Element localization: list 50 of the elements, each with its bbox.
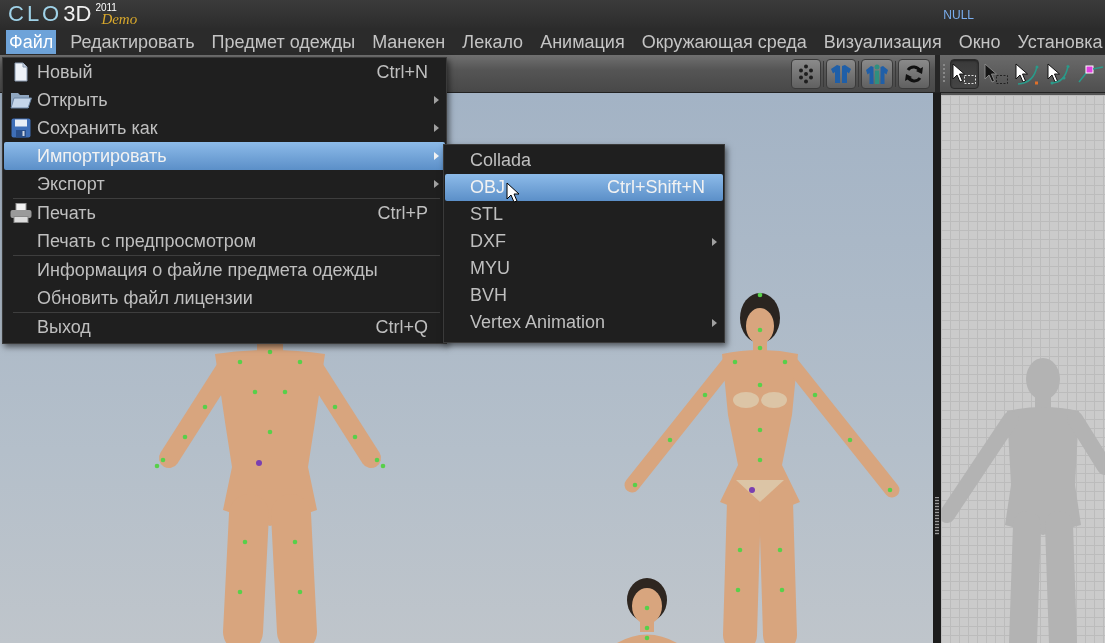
- curve-node-icon: [1077, 62, 1104, 85]
- garment-avatar-button[interactable]: [861, 58, 893, 89]
- mouse-cursor-icon: [506, 182, 520, 203]
- tool-button[interactable]: [950, 58, 979, 89]
- refresh-button[interactable]: [898, 58, 930, 89]
- shirt-icon: [830, 64, 852, 83]
- folder-icon: [9, 91, 32, 109]
- menu-bar-item[interactable]: Окно: [955, 29, 1004, 54]
- menu-bar-item[interactable]: Окружающая среда: [638, 29, 810, 54]
- points-tool-button[interactable]: [791, 58, 821, 89]
- menu-bar-item[interactable]: Анимация: [537, 29, 628, 54]
- shortcut-text: Ctrl+Shift+N: [606, 177, 705, 198]
- menu-item[interactable]: Collada: [445, 147, 723, 174]
- grip-icon[interactable]: [935, 497, 939, 535]
- menu-item[interactable]: Экспорт: [4, 170, 445, 198]
- page-icon: [13, 62, 28, 82]
- menu-item[interactable]: Открыть: [4, 86, 445, 114]
- menu-item[interactable]: Выход Ctrl+Q: [4, 313, 445, 341]
- shortcut-text: Ctrl+N: [376, 61, 428, 83]
- menu-item[interactable]: Сохранить как: [4, 114, 445, 142]
- menu-item[interactable]: Vertex Animation: [445, 309, 723, 336]
- pointer-rectangle-icon: [951, 62, 978, 85]
- shortcut-text: Ctrl+Q: [375, 316, 428, 338]
- shortcut-text: Ctrl+P: [377, 202, 428, 224]
- status-text: NULL: [943, 8, 974, 22]
- menu-item[interactable]: MYU: [445, 255, 723, 282]
- menu-bar-item[interactable]: Установка: [1014, 29, 1105, 54]
- menu-bar-item[interactable]: Редактировать: [67, 29, 198, 54]
- logo-year-text: 2011: [95, 2, 118, 13]
- menu-item[interactable]: Информация о файле предмета одежды: [4, 256, 445, 284]
- menu-item[interactable]: DXF: [445, 228, 723, 255]
- menu-bar-item[interactable]: Предмет одежды: [208, 29, 359, 54]
- dots-icon: [798, 63, 814, 84]
- menu-bar-item[interactable]: Лекало: [459, 29, 527, 54]
- refresh-icon: [904, 63, 924, 84]
- printer-icon: [9, 203, 32, 223]
- menu-item[interactable]: Печать Ctrl+P: [4, 199, 445, 227]
- pointer-rectangle-icon: [982, 62, 1009, 85]
- menu-bar-item[interactable]: Визуализация: [820, 29, 945, 54]
- menu-item[interactable]: STL: [445, 201, 723, 228]
- logo-edition-text: Demo: [101, 12, 138, 26]
- logo-brand-text: CLO: [8, 2, 63, 26]
- menu-bar-item[interactable]: Манекен: [369, 29, 449, 54]
- menu-item[interactable]: Обновить файл лицензии: [4, 284, 445, 312]
- logo-product-text: 3D: [63, 2, 92, 26]
- menu-item[interactable]: Печать с предпросмотром: [4, 227, 445, 255]
- pointer-curve-icon: [1014, 62, 1041, 85]
- menu-item[interactable]: BVH: [445, 282, 723, 309]
- shirt-figure-icon: [865, 63, 889, 84]
- garment-tool-button[interactable]: [826, 58, 856, 89]
